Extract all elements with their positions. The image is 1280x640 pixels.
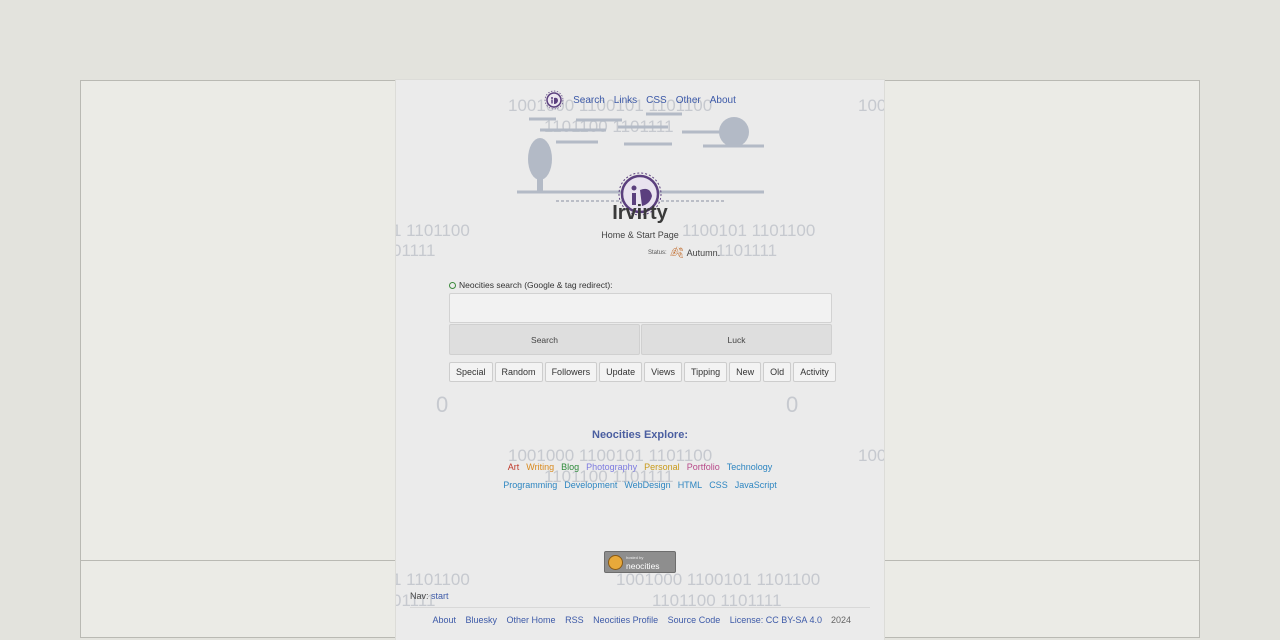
- explore-row-1: Art Writing Blog Photography Personal Portfol…: [396, 462, 884, 472]
- footer-other-home-link[interactable]: Other Home: [507, 615, 556, 625]
- nav-about-link[interactable]: About: [710, 95, 736, 106]
- site-logo-icon[interactable]: [544, 90, 564, 110]
- site-subtitle: Home & Start Page: [601, 230, 679, 240]
- search-input[interactable]: [449, 293, 832, 323]
- explore-tag-link[interactable]: Portfolio: [687, 462, 720, 472]
- badge-main-text: neocities: [626, 561, 660, 571]
- footer-about-link[interactable]: About: [432, 615, 456, 625]
- explore-tag-link[interactable]: JavaScript: [735, 480, 777, 490]
- tag-views-button[interactable]: Views: [644, 362, 682, 382]
- status-label: Status:: [648, 249, 667, 256]
- status-line: Status: 🍂︎ Autumn.: [648, 246, 720, 259]
- binary-text: 1001000 1100101 1101100: [616, 570, 821, 589]
- tag-activity-button[interactable]: Activity: [793, 362, 836, 382]
- leaf-icon: 🍂︎: [669, 247, 684, 259]
- explore-title: Neocities Explore:: [592, 429, 688, 441]
- explore-tag-link[interactable]: WebDesign: [624, 480, 670, 490]
- explore-tag-link[interactable]: Personal: [644, 462, 680, 472]
- tag-followers-button[interactable]: Followers: [544, 362, 598, 382]
- main-page: 1001000 1100101 1101100 100 1101100 1101…: [396, 80, 884, 640]
- tag-random-button[interactable]: Random: [494, 362, 543, 382]
- binary-text: 0: [786, 392, 799, 417]
- explore-tag-link[interactable]: Development: [564, 480, 617, 490]
- explore-tag-link[interactable]: Programming: [503, 480, 557, 490]
- site-title: Irvirty: [612, 202, 668, 224]
- neocities-badge[interactable]: hosted by neocities: [604, 551, 676, 573]
- binary-text: 1 1101100: [396, 570, 470, 589]
- nav-other-link[interactable]: Other: [676, 95, 701, 106]
- footer: About Bluesky Other Home RSS Neocities P…: [396, 615, 884, 625]
- search-button[interactable]: Search: [449, 324, 640, 355]
- search-section: Neocities search (Google & tag redirect)…: [449, 280, 836, 382]
- explore-row-2: Programming Development WebDesign HTML CSS Ja…: [396, 480, 884, 490]
- footer-year: 2024: [830, 615, 852, 625]
- explore-tag-link[interactable]: Technology: [727, 462, 773, 472]
- explore-tag-link[interactable]: Art: [508, 462, 520, 472]
- binary-text: 1101100 1101111: [652, 591, 782, 610]
- footer-license-link[interactable]: License: CC BY-SA 4.0: [730, 615, 822, 625]
- status-value: Autumn.: [686, 247, 721, 258]
- badge-text: hosted by neocities: [626, 554, 660, 570]
- footer-source-code-link[interactable]: Source Code: [668, 615, 721, 625]
- nav-links-link[interactable]: Links: [614, 95, 637, 106]
- cat-icon: [608, 554, 623, 570]
- search-label: Neocities search (Google & tag redirect)…: [449, 280, 832, 290]
- explore-tag-link[interactable]: Blog: [561, 462, 579, 472]
- top-nav: Search Links CSS Other About: [396, 90, 884, 110]
- nav-css-link[interactable]: CSS: [646, 95, 667, 106]
- explore-tag-link[interactable]: HTML: [678, 480, 703, 490]
- luck-button[interactable]: Luck: [641, 324, 832, 355]
- explore-tag-link[interactable]: Photography: [586, 462, 637, 472]
- tag-button-row: Special Random Followers Update Views Ti…: [449, 362, 836, 382]
- explore-tag-link[interactable]: CSS: [709, 480, 728, 490]
- circle-icon: [449, 281, 456, 289]
- binary-text: 1101111: [716, 241, 778, 260]
- tag-special-button[interactable]: Special: [449, 362, 493, 382]
- binary-text: 0: [436, 392, 449, 417]
- search-label-text: Neocities search (Google & tag redirect)…: [459, 280, 613, 290]
- footer-bluesky-link[interactable]: Bluesky: [466, 615, 498, 625]
- bottom-nav-start-link[interactable]: start: [431, 591, 449, 601]
- bottom-nav: Nav: start: [410, 591, 449, 601]
- binary-text: 01111: [396, 241, 436, 260]
- footer-rss-link[interactable]: RSS: [565, 615, 584, 625]
- tag-old-button[interactable]: Old: [763, 362, 792, 382]
- footer-neocities-profile-link[interactable]: Neocities Profile: [593, 615, 658, 625]
- search-button-row: Search Luck: [449, 324, 832, 355]
- nav-search-link[interactable]: Search: [573, 95, 605, 106]
- tag-tipping-button[interactable]: Tipping: [683, 362, 728, 382]
- tag-new-button[interactable]: New: [729, 362, 762, 382]
- footer-divider: [410, 607, 870, 608]
- tag-update-button[interactable]: Update: [599, 362, 643, 382]
- bottom-nav-label: Nav:: [410, 591, 429, 601]
- explore-tag-link[interactable]: Writing: [526, 462, 554, 472]
